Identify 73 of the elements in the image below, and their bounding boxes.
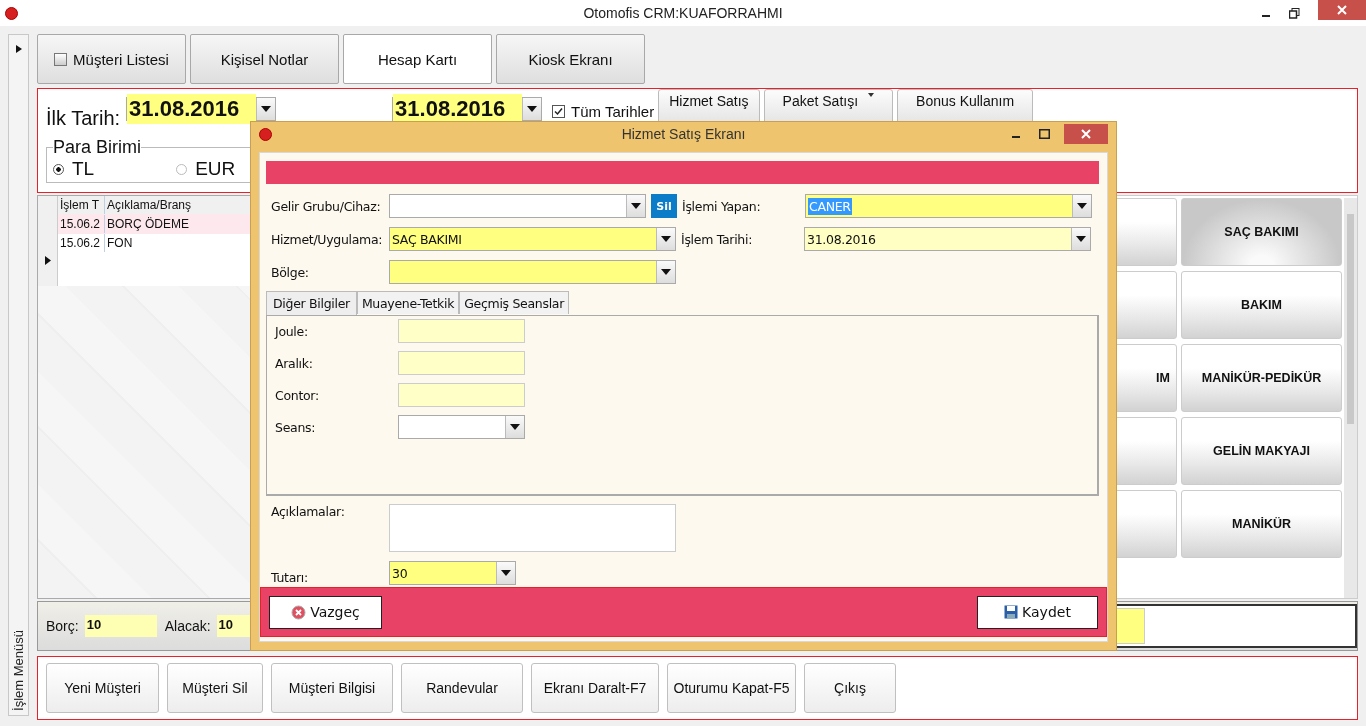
tab[interactable]: Kişisel Notlar (190, 34, 339, 84)
close-icon (1337, 5, 1347, 15)
tab[interactable]: Muayene-Tetkik (356, 291, 460, 314)
service-tile[interactable]: MANİKÜR (1181, 490, 1342, 558)
credit-label: Alacak: (164, 618, 211, 634)
cancel-icon (291, 604, 307, 620)
tab[interactable]: Diğer Bilgiler (266, 291, 357, 315)
input-field[interactable] (398, 383, 525, 407)
table-cell-text: FON (106, 235, 134, 252)
start-date-label: İlk Tarih: (46, 107, 121, 130)
tab[interactable]: Müşteri Listesi (37, 34, 186, 84)
field-label: Hizmet/Uygulama: (270, 231, 384, 247)
field-label: Gelir Grubu/Cihaz: (270, 198, 382, 214)
menu-button[interactable]: Randevular (401, 663, 523, 713)
radio-icon[interactable] (53, 163, 64, 175)
service-tile[interactable]: GELİN MAKYAJI (1181, 417, 1342, 485)
field-label: İşlem Tarihi: (681, 231, 754, 247)
dialog-title: Hizmet Satış Ekranı (621, 126, 746, 142)
save-button[interactable]: Kaydet (977, 595, 1098, 629)
cancel-button[interactable]: Vazgeç (269, 595, 382, 629)
app-logo-icon (5, 6, 18, 20)
service-tile[interactable]: SAÇ BAKIMI (1181, 198, 1342, 266)
field-label: Tutarı: (270, 570, 309, 585)
all-dates-checkbox[interactable]: Tüm Tarihler (552, 103, 655, 120)
close-icon (1081, 129, 1091, 139)
menu-button[interactable]: Oturumu Kapat-F5 (667, 663, 796, 713)
menu-button[interactable]: Müşteri Bilgisi (271, 663, 393, 713)
menu-button[interactable]: Ekranı Daralt-F7 (531, 663, 659, 713)
table-cell-text: BORÇ ÖDEME (106, 216, 190, 233)
expand-arrow-icon[interactable] (15, 45, 22, 53)
app-logo-icon (259, 127, 272, 141)
checkbox-icon[interactable] (552, 105, 566, 118)
notes-field[interactable] (389, 504, 676, 552)
maximize-icon[interactable] (1039, 129, 1050, 139)
debit-label: Borç: (46, 618, 79, 634)
tab[interactable]: Kiosk Ekranı (496, 34, 645, 84)
delete-button[interactable]: Sil (651, 194, 677, 218)
table-cell: 15.06.2 (58, 215, 105, 233)
field-label: Aralık: (275, 355, 314, 371)
input-field[interactable] (398, 351, 525, 375)
field-label: Bölge: (270, 264, 310, 280)
field-label: Seans: (275, 419, 317, 435)
field-label: Açıklamalar: (270, 504, 346, 519)
amount-dropdown[interactable]: 30 (389, 561, 516, 585)
currency-radio[interactable]: TL (53, 158, 95, 180)
start-date-field[interactable]: 31.08.2016 (126, 97, 277, 121)
service-dropdown[interactable]: SAÇ BAKIMI (389, 227, 676, 251)
menu-button[interactable]: Yeni Müşteri (46, 663, 159, 713)
window-title: Otomofis CRM:KUAFORRAHMI (583, 5, 783, 21)
table-cell: 15.06.2 (58, 234, 105, 252)
side-menu-label[interactable]: İşlem Menüsü (11, 630, 26, 711)
current-row-icon (44, 255, 51, 265)
currency-legend: Para Birimi (53, 137, 141, 158)
radio-icon[interactable] (176, 163, 188, 175)
menu-button[interactable]: Çıkış (804, 663, 896, 713)
tab[interactable]: Hesap Kartı (343, 34, 492, 84)
column-header[interactable]: Açıklama/Branş (105, 196, 194, 214)
field-label: İşlemi Yapan: (682, 198, 762, 214)
date-dropdown[interactable]: 31.08.2016 (804, 227, 1091, 251)
service-tile[interactable]: BAKIM (1181, 271, 1342, 339)
field-label: Joule: (275, 323, 309, 339)
service-tile[interactable]: MANİKÜR-PEDİKÜR (1181, 344, 1342, 412)
debit-field[interactable]: 10 (84, 615, 157, 637)
restore-icon[interactable] (1289, 7, 1300, 19)
close-button[interactable] (1064, 124, 1108, 144)
input-field[interactable] (398, 319, 525, 343)
menu-button[interactable]: Müşteri Sil (167, 663, 263, 713)
end-date-field[interactable]: 31.08.2016 (392, 97, 543, 121)
tab[interactable]: Geçmiş Seanslar (459, 291, 570, 314)
close-button[interactable] (1318, 0, 1366, 20)
field-label: Contor: (275, 387, 320, 403)
currency-radio[interactable]: EUR (176, 158, 236, 180)
vertical-scrollbar[interactable] (1344, 198, 1357, 598)
